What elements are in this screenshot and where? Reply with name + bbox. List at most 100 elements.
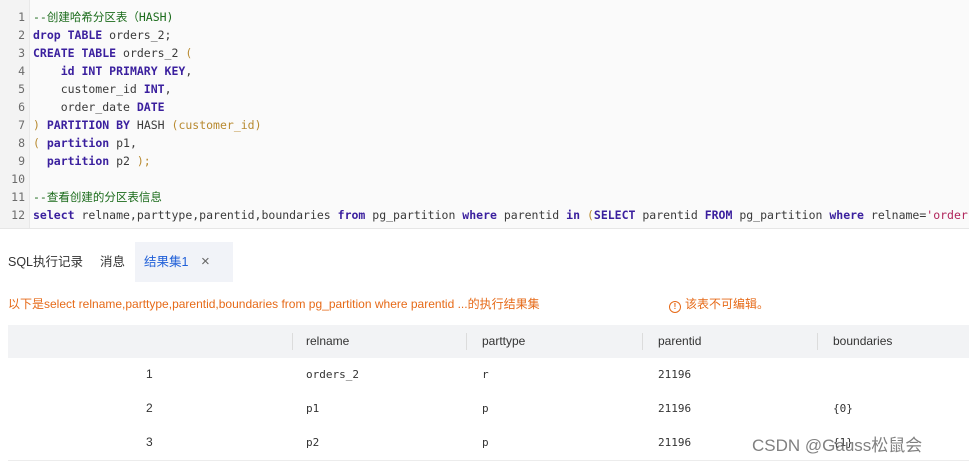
sql-editor[interactable]: 1 --创建哈希分区表（HASH) 2 drop TABLE orders_2; 3 CR… xyxy=(0,0,969,229)
column-divider[interactable] xyxy=(466,333,467,350)
code-keyword: where xyxy=(829,208,864,222)
code-text: select relname,parttype,parentid,boundar… xyxy=(33,206,969,224)
code-text: drop TABLE orders_2; xyxy=(33,26,172,44)
code-keyword: PARTITION BY xyxy=(46,118,130,132)
code-token: orders_2 xyxy=(116,46,186,60)
close-icon[interactable]: × xyxy=(201,242,210,282)
column-header-boundaries[interactable]: boundaries xyxy=(833,325,892,358)
read-only-warning-text: 该表不可编辑。 xyxy=(685,297,770,311)
code-text: ) PARTITION BY HASH (customer_id) xyxy=(33,116,262,134)
tab-result-set-label: 结果集1 xyxy=(144,255,189,269)
code-keyword: DATE xyxy=(136,100,165,114)
cell-parttype[interactable]: p xyxy=(482,426,489,459)
cell-parttype[interactable]: r xyxy=(482,358,489,391)
code-comment: --查看创建的分区表信息 xyxy=(33,190,162,204)
line-number: 9 xyxy=(18,154,25,168)
tab-result-set[interactable]: 结果集1 × xyxy=(135,242,233,282)
code-token: HASH xyxy=(129,118,172,132)
table-row[interactable]: 2 p1 p 21196 {0} xyxy=(8,392,969,427)
code-token: relname,parttype,parentid,boundaries xyxy=(74,208,338,222)
code-token: pg_partition xyxy=(365,208,463,222)
code-punctuation: ( xyxy=(33,136,40,150)
line-number: 5 xyxy=(18,82,25,96)
code-keyword: id INT PRIMARY KEY xyxy=(60,64,186,78)
code-token: , xyxy=(164,82,172,96)
row-index[interactable]: 1 xyxy=(146,358,153,391)
code-comment: --创建哈希分区表（HASH) xyxy=(33,10,174,24)
code-keyword: CREATE TABLE xyxy=(33,46,117,60)
line-number: 3 xyxy=(18,46,25,60)
line-number: 6 xyxy=(18,100,25,114)
cell-parentid[interactable]: 21196 xyxy=(658,426,691,459)
grid-header: relname parttype parentid boundaries xyxy=(8,325,969,358)
cell-relname[interactable]: p2 xyxy=(306,426,319,459)
code-keyword: SELECT xyxy=(593,208,636,222)
code-keyword: partition xyxy=(46,136,110,150)
code-keyword: FROM xyxy=(704,208,733,222)
column-divider[interactable] xyxy=(292,333,293,350)
code-text: id INT PRIMARY KEY, xyxy=(33,62,193,80)
line-number: 7 xyxy=(18,118,25,132)
code-text: CREATE TABLE orders_2 ( xyxy=(33,44,192,62)
code-text: partition p2 ); xyxy=(33,152,151,170)
code-token: p1, xyxy=(109,136,137,150)
code-keyword: where xyxy=(462,208,497,222)
code-punctuation: ( xyxy=(586,208,594,222)
table-row[interactable]: 1 orders_2 r 21196 xyxy=(8,358,969,393)
cell-relname[interactable]: p1 xyxy=(306,392,319,425)
tab-sql-log[interactable]: SQL执行记录 xyxy=(8,242,83,282)
cell-parttype[interactable]: p xyxy=(482,392,489,425)
code-token: parentid xyxy=(496,208,567,222)
line-number: 4 xyxy=(18,64,25,78)
column-divider[interactable] xyxy=(817,333,818,350)
code-keyword: from xyxy=(337,208,366,222)
result-description: 以下是select relname,parttype,parentid,boun… xyxy=(8,297,540,311)
line-number: 10 xyxy=(11,172,25,186)
cell-parentid[interactable]: 21196 xyxy=(658,358,691,391)
code-text: ( partition p1, xyxy=(33,134,137,152)
code-text: customer_id INT, xyxy=(33,80,172,98)
code-keyword: drop TABLE xyxy=(33,28,103,42)
line-number: 1 xyxy=(18,10,25,24)
code-token: parentid xyxy=(635,208,705,222)
watermark: CSDN @Gauss松鼠会 xyxy=(752,436,923,455)
line-number: 2 xyxy=(18,28,25,42)
code-punctuation: ( xyxy=(185,46,193,60)
code-keyword: partition xyxy=(46,154,110,168)
code-token: relname= xyxy=(863,208,927,222)
code-punctuation: ) xyxy=(33,118,40,132)
code-token: p2 xyxy=(109,154,137,168)
read-only-warning: ! 该表不可编辑。 xyxy=(669,295,769,313)
cell-parentid[interactable]: 21196 xyxy=(658,392,691,425)
info-circle-icon: ! xyxy=(669,301,681,313)
line-number: 8 xyxy=(18,136,25,150)
column-divider[interactable] xyxy=(642,333,643,350)
code-text: --查看创建的分区表信息 xyxy=(33,188,162,206)
code-token: pg_partition xyxy=(732,208,830,222)
code-punctuation: (customer_id) xyxy=(171,118,262,132)
code-token: order_date xyxy=(33,100,137,114)
code-punctuation: ); xyxy=(136,154,151,168)
code-keyword: in xyxy=(566,208,581,222)
code-keyword: INT xyxy=(143,82,165,96)
result-tabs: SQL执行记录 消息 结果集1 × xyxy=(0,242,969,282)
column-header-relname[interactable]: relname xyxy=(306,325,349,358)
column-header-parttype[interactable]: parttype xyxy=(482,325,525,358)
code-token: , xyxy=(185,64,193,78)
code-text: --创建哈希分区表（HASH) xyxy=(33,8,173,26)
code-keyword: select xyxy=(33,208,75,222)
code-token: orders_2; xyxy=(102,28,172,42)
code-text: order_date DATE xyxy=(33,98,165,116)
cell-boundaries[interactable]: {0} xyxy=(833,392,853,425)
line-number: 12 xyxy=(11,208,25,222)
row-index[interactable]: 2 xyxy=(146,392,153,425)
column-header-parentid[interactable]: parentid xyxy=(658,325,701,358)
code-string: 'orders_2' xyxy=(926,208,969,222)
tab-messages[interactable]: 消息 xyxy=(100,242,125,282)
row-index[interactable]: 3 xyxy=(146,426,153,459)
cell-relname[interactable]: orders_2 xyxy=(306,358,359,391)
